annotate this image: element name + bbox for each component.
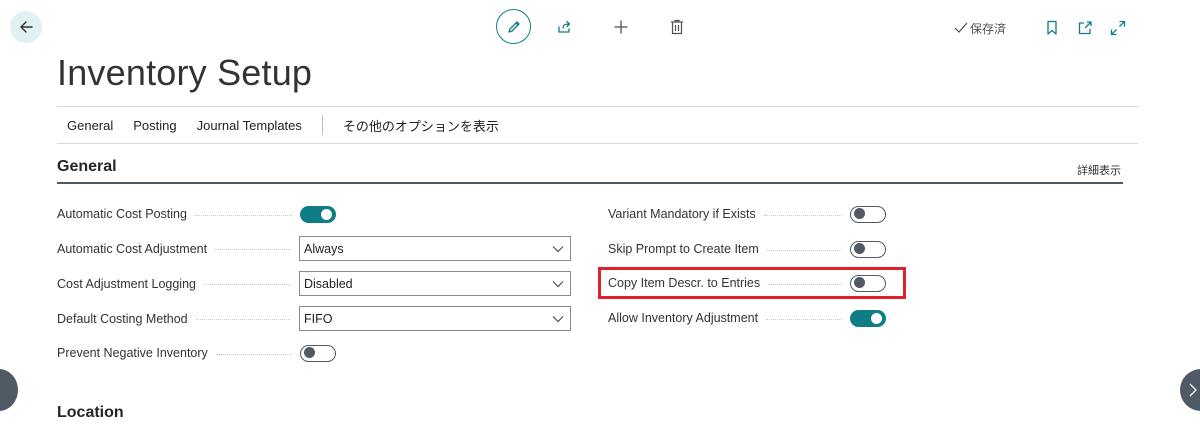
expand-button[interactable] (1106, 16, 1130, 40)
toggle-knob (321, 208, 332, 220)
toggle-knob (854, 208, 865, 219)
open-new-window-button[interactable] (1073, 16, 1097, 40)
automatic-cost-adjustment-select[interactable]: Always (299, 236, 571, 261)
more-options-link[interactable]: その他のオプションを表示 (333, 116, 509, 135)
field-automatic-cost-posting: Automatic Cost Posting (57, 203, 336, 225)
new-button[interactable] (609, 15, 633, 39)
field-label: Default Costing Method (57, 311, 188, 326)
leader-dots (763, 214, 842, 216)
field-label: Skip Prompt to Create Item (608, 242, 759, 256)
select-value: FIFO (304, 311, 333, 326)
delete-button[interactable] (665, 15, 689, 39)
leader-dots (203, 284, 291, 285)
field-label: Automatic Cost Adjustment (57, 241, 208, 256)
chevron-right-icon (1189, 383, 1197, 397)
field-label: Allow Inventory Adjustment (608, 311, 759, 325)
leader-dots (215, 249, 291, 250)
field-automatic-cost-adjustment: Automatic Cost Adjustment Always (57, 236, 571, 261)
tab-posting[interactable]: Posting (123, 118, 186, 133)
chevron-down-icon (552, 280, 564, 287)
leader-dots (766, 249, 842, 251)
field-label: Prevent Negative Inventory (57, 346, 208, 360)
field-default-costing-method: Default Costing Method FIFO (57, 306, 571, 331)
field-label: Cost Adjustment Logging (57, 276, 196, 291)
toggle-knob (304, 347, 315, 358)
general-section-title[interactable]: General (57, 158, 117, 176)
skip-prompt-toggle[interactable] (850, 240, 886, 258)
field-skip-prompt-to-create-item: Skip Prompt to Create Item (608, 238, 886, 260)
next-record-button[interactable] (1180, 369, 1200, 411)
variant-mandatory-toggle[interactable] (850, 205, 886, 223)
toggle-knob (871, 312, 882, 324)
default-costing-method-select[interactable]: FIFO (299, 306, 571, 331)
back-button[interactable] (10, 11, 42, 43)
share-button[interactable] (553, 15, 577, 39)
bookmark-icon (1047, 20, 1057, 35)
chevron-down-icon (552, 315, 564, 322)
leader-dots (215, 353, 292, 355)
saved-status-label: 保存済 (969, 21, 1006, 36)
chevron-down-icon (552, 245, 564, 252)
toggle-knob (854, 243, 865, 254)
location-section-title[interactable]: Location (57, 404, 124, 422)
checkmark-icon (954, 22, 968, 33)
leader-dots (195, 319, 291, 320)
select-value: Always (304, 241, 344, 256)
tab-journal-templates[interactable]: Journal Templates (187, 118, 312, 133)
back-arrow-icon (20, 21, 33, 33)
tab-general[interactable]: General (57, 118, 123, 133)
field-label: Variant Mandatory if Exists (608, 207, 756, 221)
tab-divider (321, 115, 323, 135)
tab-bar: General Posting Journal Templates その他のオプ… (57, 106, 1138, 144)
field-allow-inventory-adjustment: Allow Inventory Adjustment (608, 307, 886, 329)
new-plus-icon (614, 20, 628, 33)
status-toolbar: 保存済 (954, 16, 1130, 40)
field-prevent-negative-inventory: Prevent Negative Inventory (57, 342, 336, 364)
field-variant-mandatory-if-exists: Variant Mandatory if Exists (608, 203, 886, 225)
leader-dots (766, 318, 842, 320)
previous-record-button[interactable] (0, 369, 18, 411)
edit-button[interactable] (496, 9, 531, 44)
saved-status: 保存済 (954, 20, 1006, 37)
open-new-window-icon (1078, 21, 1092, 35)
leader-dots (194, 214, 292, 216)
field-cost-adjustment-logging: Cost Adjustment Logging Disabled (57, 271, 571, 296)
allow-inventory-adjustment-toggle[interactable] (850, 309, 886, 327)
bookmark-button[interactable] (1040, 16, 1064, 40)
general-section-header: General 詳細表示 (57, 156, 1123, 184)
action-toolbar (496, 9, 689, 44)
delete-trash-icon (671, 19, 683, 34)
show-more-link[interactable]: 詳細表示 (1077, 162, 1121, 178)
expand-icon (1110, 20, 1126, 36)
edit-pencil-icon (507, 20, 520, 33)
prevent-negative-inventory-toggle[interactable] (300, 344, 336, 362)
page-title: Inventory Setup (57, 52, 313, 93)
automatic-cost-posting-toggle[interactable] (300, 205, 336, 223)
inventory-setup-page: 保存済 Inventory Setup General Posting Jour… (0, 0, 1200, 428)
cost-adjustment-logging-select[interactable]: Disabled (299, 271, 571, 296)
field-label: Automatic Cost Posting (57, 207, 187, 221)
share-icon (558, 20, 571, 33)
select-value: Disabled (304, 276, 353, 291)
highlight-box (598, 267, 906, 299)
